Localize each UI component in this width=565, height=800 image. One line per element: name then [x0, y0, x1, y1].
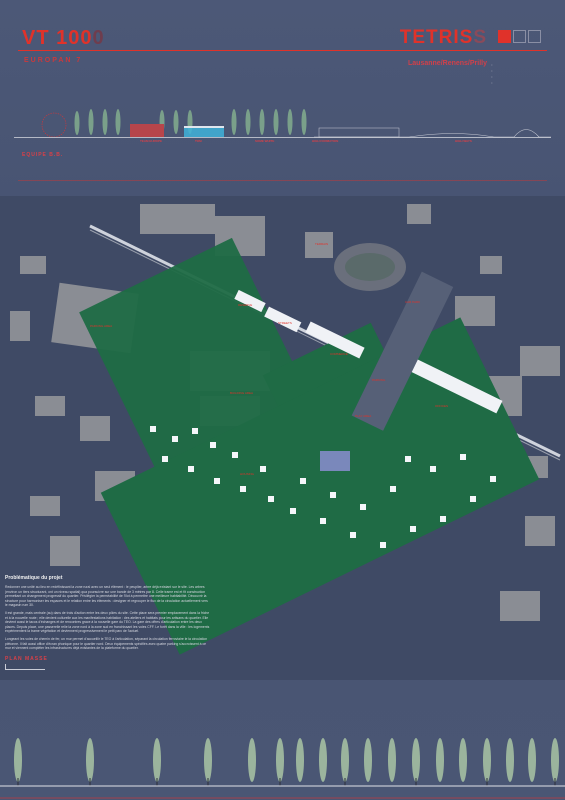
brand-title: TETRISS	[400, 27, 487, 49]
map-label: HOUSING	[240, 472, 255, 476]
map-label: PARKING AREA	[90, 324, 113, 328]
map-label: CAR PARK	[405, 300, 421, 304]
location-text: Lausanne/Renens/Prilly	[408, 60, 487, 67]
project-code: VT 1000	[22, 27, 105, 50]
project-code-suffix: 0	[92, 27, 105, 49]
location-dots: · · · ·	[491, 63, 495, 87]
section-label: TOM	[195, 139, 202, 143]
header-divider	[18, 50, 547, 51]
section-label: HIGH WAYS	[455, 139, 472, 143]
team-label: EQUIPE B.B.	[22, 152, 64, 158]
scale-bar	[5, 664, 45, 670]
section-label: SOME WHITE	[255, 139, 275, 143]
brand-text: TETRIS	[399, 27, 474, 48]
description-paragraph: Longeant les voies de chemin de fer, un …	[5, 636, 208, 651]
plan-label: PLAN MASSE	[5, 656, 48, 662]
project-code-text: VT 100	[22, 27, 93, 49]
description-title: Problématique du projet	[5, 575, 63, 581]
map-label: COMMERCE	[330, 352, 348, 356]
section-divider	[18, 180, 547, 181]
competition-label: EUROPAN 7	[24, 57, 83, 64]
location-label: Lausanne/Renens/Prilly · · · ·	[408, 60, 493, 87]
description-paragraph: Redonner une unité au lieu en redéfiniss…	[5, 585, 208, 608]
map-label: OFFICES	[435, 404, 449, 408]
map-label: PARKING	[372, 378, 386, 382]
section-label: TEAM EUROPE	[140, 139, 163, 143]
bottom-elevation	[0, 738, 565, 799]
map-label: BUILDING AREA	[230, 391, 254, 395]
brand-suffix: S	[473, 27, 487, 48]
description-paragraph: Il est grande, mais centrale (au) dans d…	[5, 610, 210, 634]
tetris-blocks-icon	[498, 30, 541, 43]
map-label: PLAY AREA	[355, 414, 372, 418]
project-description: Problématique du projet Redonner une uni…	[5, 575, 210, 654]
poster: VT 1000 EUROPAN 7 TETRISS Lausanne/Renen…	[0, 0, 565, 800]
section-label: HIGH FORMATION	[312, 139, 339, 143]
map-label: RESERVE	[238, 303, 253, 307]
map-label: STREETS	[278, 321, 292, 325]
section-labels: TEAM EUROPE TOM SOME WHITE HIGH FORMATIO…	[0, 139, 565, 147]
map-label: TERRAIN	[315, 242, 329, 246]
elevation-trees	[14, 738, 559, 782]
